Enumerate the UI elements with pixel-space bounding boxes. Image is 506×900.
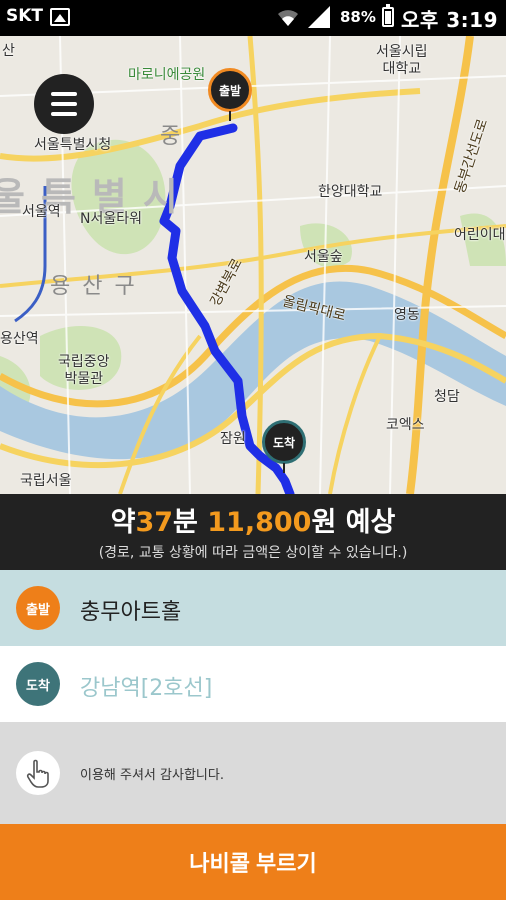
menu-button[interactable] [34, 74, 94, 134]
map-label-national-museum: 국립중앙 박물관 [58, 354, 110, 387]
origin-badge: 출발 [16, 586, 60, 630]
estimate-prefix: 약 [110, 507, 136, 538]
touch-hand-icon [16, 751, 60, 795]
estimate-fare: 11,800 [207, 507, 312, 538]
map-label-city-univ: 서울시립 대학교 [376, 44, 428, 77]
destination-row[interactable]: 도착 강남역[2호선] [0, 646, 506, 722]
carrier-label: SKT [6, 6, 44, 26]
image-notification-icon [50, 8, 70, 26]
map-label-hanyang-univ: 한양대학교 [318, 184, 383, 200]
hamburger-icon [51, 92, 77, 96]
wifi-icon [278, 10, 298, 26]
map-label-city-hall: 서울특별시청 [34, 137, 112, 153]
start-pin-label: 출발 [218, 83, 242, 98]
estimate-disclaimer: (경로, 교통 상황에 따라 금액은 상이할 수 있습니다.) [98, 545, 408, 561]
map-label-san: 산 [2, 43, 15, 59]
map-label-yongsan-station: 용산역 [0, 331, 39, 347]
start-pin[interactable]: 출발 [208, 68, 252, 112]
estimate-minutes: 37 [135, 507, 174, 538]
origin-row[interactable]: 출발 충무아트홀 [0, 570, 506, 646]
hamburger-icon [51, 112, 77, 116]
map-label-marroni: 마로니에공원 [128, 67, 206, 83]
map-label-n-seoul-tower: N서울타워 [80, 211, 142, 227]
battery-percent: 88% [340, 8, 376, 26]
cell-signal-icon [308, 6, 330, 28]
map-label-children-park: 어린이대 [454, 227, 506, 243]
map-label-yeongdong: 영동 [394, 307, 420, 323]
clock: 오후 3:19 [400, 8, 498, 32]
map-label-seoul-station: 서울역 [22, 204, 61, 220]
map-label-cheongdam: 청담 [434, 389, 460, 405]
map-label-jung: 중 [160, 124, 193, 149]
thank-you-message: 이용해 주셔서 감사합니다. [80, 768, 224, 783]
fare-estimate-line: 약37분 11,800원 예상 [0, 500, 506, 539]
call-taxi-button[interactable]: 나비콜 부르기 [0, 824, 506, 900]
estimate-minute-unit: 분 [173, 507, 198, 538]
destination-badge: 도착 [16, 662, 60, 706]
battery-icon [382, 4, 394, 27]
map-label-coex: 코엑스 [386, 417, 425, 433]
hamburger-icon [51, 102, 77, 106]
fare-estimate-banner: 약37분 11,800원 예상 (경로, 교통 상황에 따라 금액은 상이할 수… [0, 494, 506, 570]
map-label-yongsan-gu: 용산구 [50, 274, 147, 299]
message-row: 이용해 주셔서 감사합니다. [0, 722, 506, 824]
estimate-fare-unit: 원 예상 [311, 507, 396, 538]
map-label-seoul-forest: 서울숲 [304, 249, 343, 265]
destination-name: 강남역[2호선] [80, 676, 213, 701]
status-bar: SKT 88% 오후 3:19 [0, 0, 506, 36]
end-pin[interactable]: 도착 [262, 420, 306, 464]
map-label-national-seoul: 국립서울 [20, 473, 72, 489]
map-label-jamwon: 잠원 [220, 431, 246, 447]
end-pin-label: 도착 [272, 435, 296, 450]
origin-name: 충무아트홀 [80, 600, 182, 625]
route-map[interactable]: 울특별시 용산구 중 산 마로니에공원 서울특별시청 서울역 N서울타워 용산역… [0, 36, 506, 494]
